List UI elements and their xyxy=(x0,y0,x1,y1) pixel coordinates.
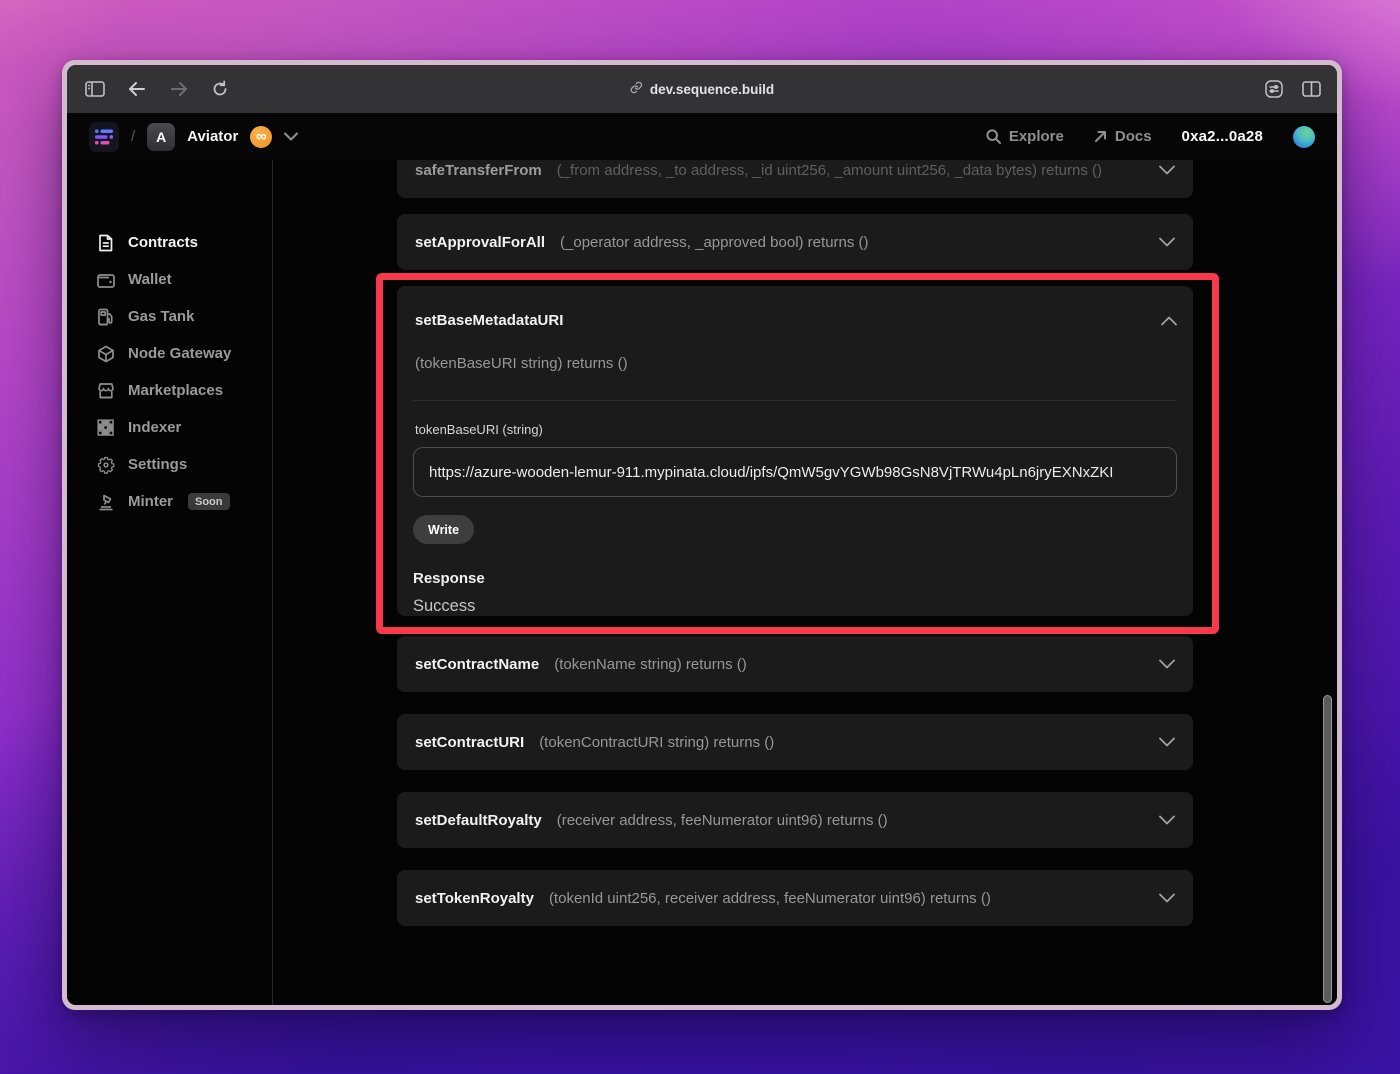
response-value: Success xyxy=(413,597,1177,616)
chevron-down-icon xyxy=(1159,893,1175,903)
project-name[interactable]: Aviator xyxy=(187,128,238,145)
response-label: Response xyxy=(413,570,1177,587)
function-panel-header[interactable]: setBaseMetadataURI xyxy=(413,286,1177,329)
param-label: tokenBaseURI (string) xyxy=(413,422,1177,437)
function-row-setDefaultRoyalty[interactable]: setDefaultRoyalty (receiver address, fee… xyxy=(397,792,1193,848)
sidebar-item-indexer[interactable]: Indexer xyxy=(97,409,272,446)
reader-settings-icon[interactable] xyxy=(1264,79,1284,99)
browser-window: dev.sequence.build xyxy=(62,60,1342,1010)
link-icon xyxy=(630,81,643,97)
tokenBaseURI-input[interactable] xyxy=(413,447,1177,497)
reload-icon[interactable] xyxy=(211,80,229,98)
search-icon xyxy=(986,129,1001,144)
chevron-down-icon xyxy=(1159,165,1175,175)
sidebar-item-minter[interactable]: Minter Soon xyxy=(97,483,272,520)
function-row-setContractURI[interactable]: setContractURI (tokenContractURI string)… xyxy=(397,714,1193,770)
function-row-setTokenRoyalty[interactable]: setTokenRoyalty (tokenId uint256, receiv… xyxy=(397,870,1193,926)
sidebar-toggle-icon[interactable] xyxy=(85,81,105,97)
sidebar-item-marketplaces[interactable]: Marketplaces xyxy=(97,372,272,409)
chevron-down-icon xyxy=(1159,659,1175,669)
sequence-logo-icon[interactable] xyxy=(89,122,119,152)
sidebar-item-contracts[interactable]: Contracts xyxy=(97,224,272,261)
user-avatar[interactable] xyxy=(1293,126,1315,148)
chevron-up-icon xyxy=(1161,316,1177,326)
write-button[interactable]: Write xyxy=(413,515,474,544)
external-link-icon xyxy=(1094,130,1107,143)
forward-icon[interactable] xyxy=(169,81,189,97)
sidebar-item-gas-tank[interactable]: Gas Tank xyxy=(97,298,272,335)
function-signature: (tokenBaseURI string) returns () xyxy=(413,355,1177,372)
url-text: dev.sequence.build xyxy=(650,82,774,97)
scrollbar-thumb[interactable] xyxy=(1323,695,1332,1003)
explore-button[interactable]: Explore xyxy=(986,128,1064,145)
chevron-down-icon xyxy=(1159,237,1175,247)
breadcrumb-separator: / xyxy=(131,128,135,145)
function-row-setApprovalForAll[interactable]: setApprovalForAll (_operator address, _a… xyxy=(397,214,1193,270)
stamp-icon xyxy=(97,493,115,511)
docs-button[interactable]: Docs xyxy=(1094,128,1152,145)
function-row-setContractName[interactable]: setContractName (tokenName string) retur… xyxy=(397,636,1193,692)
url-bar[interactable]: dev.sequence.build xyxy=(630,65,774,113)
function-panel-setBaseMetadataURI: setBaseMetadataURI (tokenBaseURI string)… xyxy=(397,286,1193,616)
sidebar-item-node-gateway[interactable]: Node Gateway xyxy=(97,335,272,372)
gear-icon xyxy=(97,456,115,474)
project-avatar[interactable]: A xyxy=(147,123,175,151)
soon-badge: Soon xyxy=(188,493,230,510)
wallet-address[interactable]: 0xa2...0a28 xyxy=(1182,128,1263,145)
sidebar: Contracts Wallet xyxy=(67,160,273,1005)
sidebar-item-wallet[interactable]: Wallet xyxy=(97,261,272,298)
chevron-down-icon xyxy=(1159,737,1175,747)
app-header: / A Aviator ∞ Explore xyxy=(67,113,1337,160)
desktop-background: dev.sequence.build xyxy=(0,0,1400,1074)
divider xyxy=(413,400,1177,401)
function-row-safeTransferFrom[interactable]: safeTransferFrom (_from address, _to add… xyxy=(397,160,1193,198)
chevron-down-icon xyxy=(1159,815,1175,825)
split-view-icon[interactable] xyxy=(1302,81,1321,97)
contract-icon xyxy=(97,234,115,252)
project-chevron-down-icon[interactable] xyxy=(284,132,298,141)
cube-icon xyxy=(97,345,115,363)
contract-functions-list: safeTransferFrom (_from address, _to add… xyxy=(273,160,1337,1005)
network-badge-icon[interactable]: ∞ xyxy=(250,126,272,148)
browser-titlebar: dev.sequence.build xyxy=(67,65,1337,113)
wallet-icon xyxy=(97,272,115,288)
grid-icon xyxy=(97,419,115,436)
sidebar-item-settings[interactable]: Settings xyxy=(97,446,272,483)
gas-pump-icon xyxy=(97,308,115,326)
storefront-icon xyxy=(97,382,115,399)
back-icon[interactable] xyxy=(127,81,147,97)
